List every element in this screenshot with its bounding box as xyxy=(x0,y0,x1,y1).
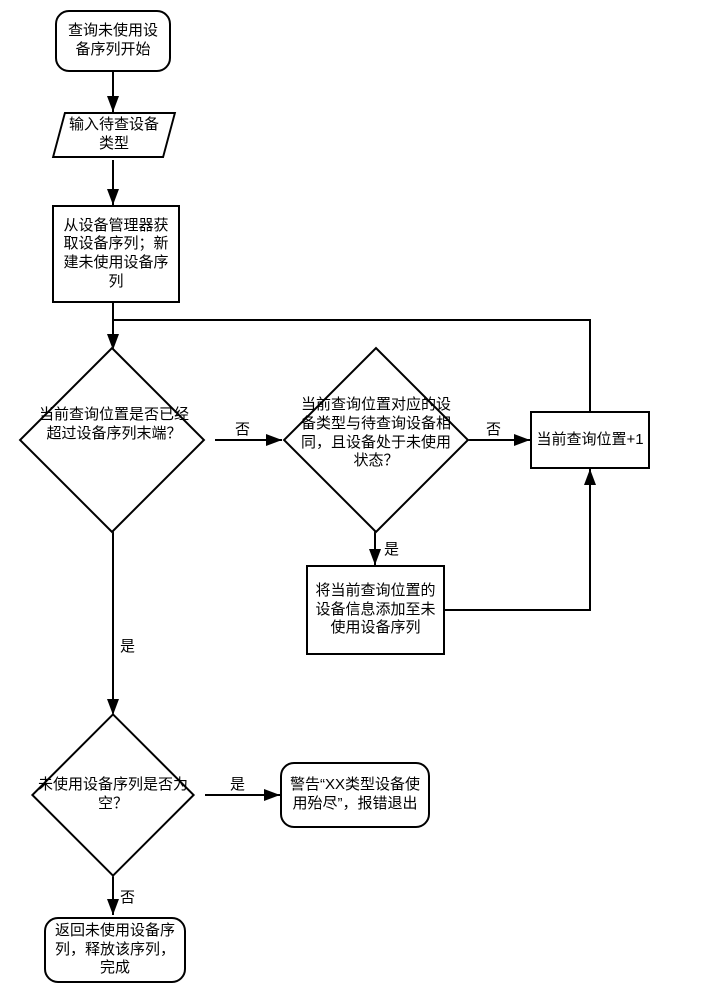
node-warn: 警告“XX类型设备使用殆尽”，报错退出 xyxy=(280,762,430,828)
node-d1-text: 当前查询位置是否已经超过设备序列末端？ xyxy=(34,406,194,444)
node-append-text: 将当前查询位置的设备信息添加至未使用设备序列 xyxy=(312,582,439,638)
node-input-text: 输入待查设备类型 xyxy=(64,116,164,154)
edge-label-d3-no: 否 xyxy=(120,886,135,907)
node-start-text: 查询未使用设备序列开始 xyxy=(61,22,165,60)
node-init-text: 从设备管理器获取设备序列；新建未使用设备序列 xyxy=(58,217,174,292)
node-init: 从设备管理器获取设备序列；新建未使用设备序列 xyxy=(52,205,180,303)
node-d3-text: 未使用设备序列是否为空？ xyxy=(38,776,188,814)
node-append: 将当前查询位置的设备信息添加至未使用设备序列 xyxy=(306,565,445,655)
node-done: 返回未使用设备序列，释放该序列，完成 xyxy=(44,917,186,983)
edge-label-d1-no: 否 xyxy=(235,418,250,439)
node-incr: 当前查询位置+1 xyxy=(530,411,650,469)
node-warn-text: 警告“XX类型设备使用殆尽”，报错退出 xyxy=(286,776,424,814)
edge-label-d1-yes: 是 xyxy=(120,635,135,656)
node-d2-text: 当前查询位置对应的设备类型与待查询设备相同，且设备处于未使用状态？ xyxy=(297,396,455,471)
edge-label-d3-yes: 是 xyxy=(230,773,245,794)
node-incr-text: 当前查询位置+1 xyxy=(536,431,643,450)
node-start: 查询未使用设备序列开始 xyxy=(55,10,171,72)
node-done-text: 返回未使用设备序列，释放该序列，完成 xyxy=(50,922,180,978)
edge-label-d2-no: 否 xyxy=(486,418,501,439)
edge-label-d2-yes: 是 xyxy=(384,538,399,559)
node-input: 输入待查设备类型 xyxy=(52,112,176,158)
